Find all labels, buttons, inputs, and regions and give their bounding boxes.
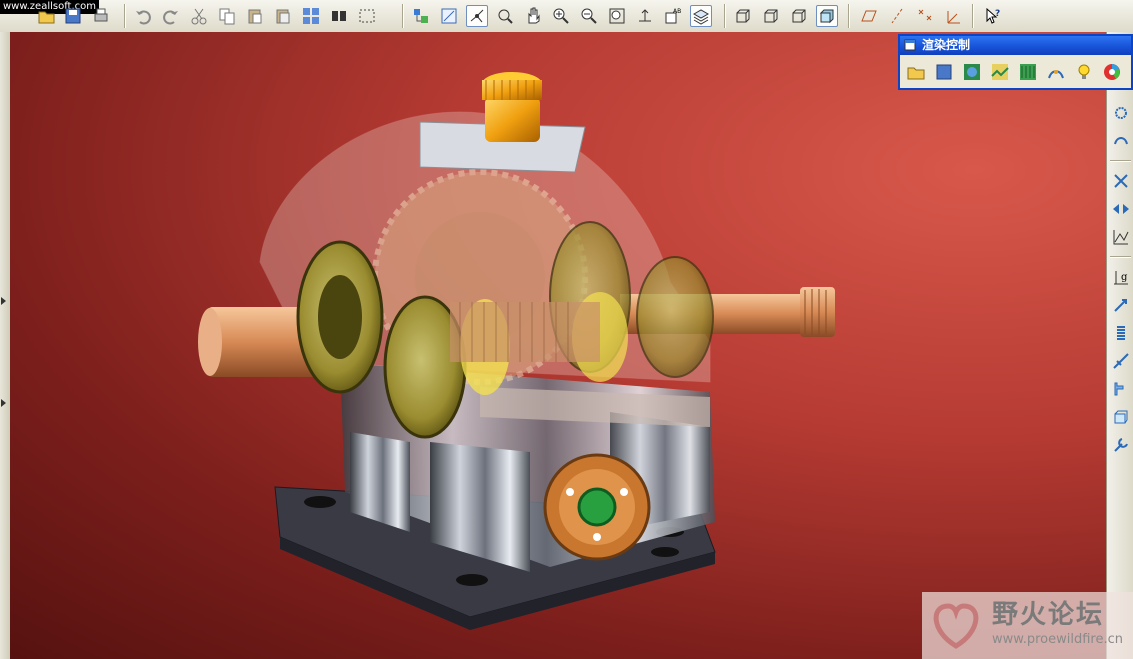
main-toolbar: www.zeallsoft.com AB ?: [0, 0, 1133, 33]
print-icon[interactable]: [90, 5, 112, 27]
graph-icon[interactable]: [1110, 226, 1131, 247]
forum-logo-icon: [933, 603, 979, 649]
profile-icon[interactable]: [1110, 378, 1131, 399]
pan-icon[interactable]: [522, 5, 544, 27]
orient-icon[interactable]: [634, 5, 656, 27]
right-toolbar: g: [1106, 32, 1133, 659]
datum-plane-icon[interactable]: [858, 5, 880, 27]
context-help-icon[interactable]: ?: [982, 5, 1004, 27]
sash-arrow-icon[interactable]: [1, 290, 7, 305]
render-panel-title[interactable]: 渲染控制: [900, 36, 1131, 55]
measure-icon[interactable]: [1110, 350, 1131, 371]
no-hidden-icon[interactable]: [788, 5, 810, 27]
forum-url: www.proewildfire.cn: [992, 632, 1123, 647]
color-wheel-icon[interactable]: [1100, 60, 1124, 84]
room-icon[interactable]: [960, 60, 984, 84]
copy-icon[interactable]: [216, 5, 238, 27]
render-control-panel: 渲染控制: [898, 34, 1133, 90]
coil-icon[interactable]: [1110, 322, 1131, 343]
chart-icon[interactable]: g: [1110, 266, 1131, 287]
select-box-icon[interactable]: [356, 5, 378, 27]
lights-icon[interactable]: [988, 60, 1012, 84]
forum-title: 野火论坛: [992, 600, 1105, 630]
box-icon[interactable]: [1110, 406, 1131, 427]
undo-icon[interactable]: [132, 5, 154, 27]
datum-csys-icon[interactable]: [942, 5, 964, 27]
open-folder-icon[interactable]: [904, 60, 928, 84]
forum-watermark: 野火论坛 www.proewildfire.cn: [922, 592, 1133, 659]
sash-arrow-icon[interactable]: [1, 392, 7, 407]
gearbox-model: [198, 72, 835, 630]
spring-icon[interactable]: [1110, 130, 1131, 151]
spin-center-icon[interactable]: [466, 5, 488, 27]
svg-text:g: g: [1121, 272, 1128, 283]
datum-point-icon[interactable]: [914, 5, 936, 27]
zoom-in-icon[interactable]: [550, 5, 572, 27]
svg-text:AB: AB: [673, 8, 681, 15]
layers-icon[interactable]: [690, 5, 712, 27]
regenerate-icon[interactable]: [300, 5, 322, 27]
view-manager-icon[interactable]: AB: [662, 5, 684, 27]
redo-icon[interactable]: [160, 5, 182, 27]
save-scene-icon[interactable]: [932, 60, 956, 84]
save-icon[interactable]: [62, 5, 84, 27]
layer-tree-icon[interactable]: [410, 5, 432, 27]
cross-icon[interactable]: [1110, 170, 1131, 191]
paste-icon[interactable]: [244, 5, 266, 27]
svg-text:?: ?: [995, 9, 1000, 19]
render-panel-title-text: 渲染控制: [922, 38, 971, 52]
window-icon: [904, 39, 916, 51]
gear-icon[interactable]: [1110, 102, 1131, 123]
hidden-line-icon[interactable]: [760, 5, 782, 27]
paste-special-icon[interactable]: [272, 5, 294, 27]
refit-icon[interactable]: [606, 5, 628, 27]
pen-icon[interactable]: [1110, 294, 1131, 315]
zoom-out-icon[interactable]: [578, 5, 600, 27]
graphics-viewport[interactable]: [10, 32, 1106, 659]
scene-icon[interactable]: [1016, 60, 1040, 84]
datum-axis-icon[interactable]: [886, 5, 908, 27]
wireframe-icon[interactable]: [732, 5, 754, 27]
cut-icon[interactable]: [188, 5, 210, 27]
shading-icon[interactable]: [816, 5, 838, 27]
wrench-icon[interactable]: [1110, 434, 1131, 455]
appearance-icon[interactable]: [1044, 60, 1068, 84]
named-view-icon[interactable]: [494, 5, 516, 27]
open-icon[interactable]: [36, 5, 58, 27]
sketch-icon[interactable]: [438, 5, 460, 27]
bulb-icon[interactable]: [1072, 60, 1096, 84]
find-icon[interactable]: [328, 5, 350, 27]
arrows-icon[interactable]: [1110, 198, 1131, 219]
